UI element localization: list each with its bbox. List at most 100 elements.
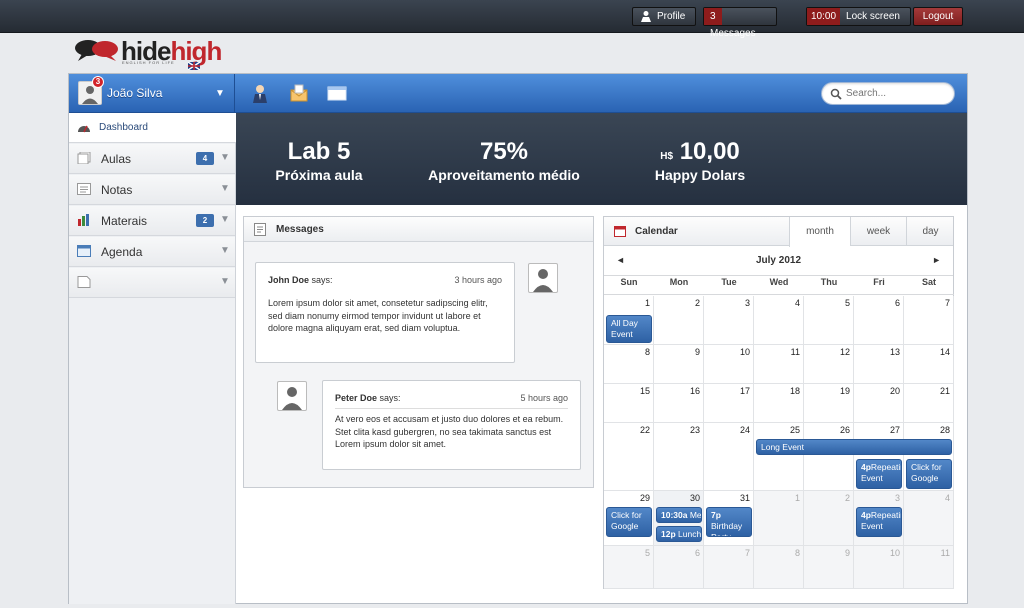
calendar-event[interactable]: 12p Lunch bbox=[656, 526, 702, 542]
chevron-down-icon[interactable]: ▼ bbox=[220, 276, 230, 287]
next-month-button[interactable]: ► bbox=[932, 255, 941, 265]
main-frame: 3 João Silva ▼ Dashboard Aulas 4 ▼ Notas… bbox=[68, 73, 968, 604]
event-title: Long Event bbox=[761, 442, 805, 452]
sidebar-item-dashboard[interactable]: Dashboard bbox=[69, 113, 243, 143]
calendar-day-cell[interactable]: 26 bbox=[804, 423, 854, 491]
day-number: 7 bbox=[944, 298, 950, 308]
user-silhouette-icon bbox=[533, 269, 553, 292]
calendar-day-cell[interactable]: 16 bbox=[654, 384, 704, 423]
chevron-down-icon[interactable]: ▼ bbox=[220, 183, 230, 194]
logo[interactable]: hidehigh ENGLISH FOR LIFE bbox=[74, 36, 222, 70]
calendar-day-cell[interactable]: 21 bbox=[904, 384, 954, 423]
sidebar-item-agenda[interactable]: Agenda ▼ bbox=[69, 237, 235, 267]
calendar-day-cell[interactable]: 10 bbox=[854, 546, 904, 589]
calendar-day-cell[interactable]: 11 bbox=[904, 546, 954, 589]
calendar-event[interactable]: 10:30a Meeting bbox=[656, 507, 702, 523]
calendar-day-cell[interactable]: 24 bbox=[704, 423, 754, 491]
day-number: 31 bbox=[739, 493, 750, 503]
calendar-day-cell[interactable]: 4 bbox=[904, 491, 954, 546]
message-item[interactable]: Peter Doe says: 5 hours ago At vero eos … bbox=[322, 380, 581, 470]
chevron-down-icon[interactable]: ▼ bbox=[220, 245, 230, 256]
search-field[interactable] bbox=[821, 82, 955, 105]
window-icon[interactable] bbox=[327, 83, 347, 103]
lock-screen-button[interactable]: 10:00 Lock screen bbox=[806, 7, 911, 26]
event-title: Click for Google bbox=[611, 510, 642, 531]
calendar-day-cell[interactable]: 15 bbox=[604, 384, 654, 423]
calendar-header: Calendar month week day bbox=[604, 217, 954, 247]
sidebar-item-notas[interactable]: Notas ▼ bbox=[69, 175, 235, 205]
calendar-day-cell[interactable]: 9 bbox=[654, 345, 704, 384]
calendar-day-cell[interactable]: 5 bbox=[604, 546, 654, 589]
day-number: 2 bbox=[844, 493, 850, 503]
calendar-event[interactable]: 7p Birthday Party bbox=[706, 507, 752, 537]
calendar-day-cell[interactable]: 8 bbox=[604, 345, 654, 384]
next-class-label: Próxima aula bbox=[275, 167, 363, 183]
average-label: Aproveitamento médio bbox=[428, 167, 580, 183]
calendar-day-cell[interactable]: 7 bbox=[704, 546, 754, 589]
calendar-day-cell[interactable]: 8 bbox=[754, 546, 804, 589]
calendar-day-cell[interactable]: 4 bbox=[754, 296, 804, 345]
event-title: Meeting bbox=[689, 510, 702, 520]
sidebar-item-blank[interactable]: ▼ bbox=[69, 268, 235, 298]
calendar-day-cell[interactable]: 12 bbox=[804, 345, 854, 384]
event-title: Click for Google bbox=[911, 462, 942, 483]
calendar-day-cell[interactable]: 22 bbox=[604, 423, 654, 491]
chevron-down-icon[interactable]: ▼ bbox=[220, 214, 230, 225]
calendar-day-cell[interactable]: 3 bbox=[704, 296, 754, 345]
calendar-event[interactable]: 4pRepeating Event bbox=[856, 459, 902, 489]
calendar-day-cell[interactable]: 2 bbox=[804, 491, 854, 546]
user-profile-icon[interactable] bbox=[250, 83, 270, 103]
day-number: 22 bbox=[639, 425, 650, 435]
calendar-day-cell[interactable]: 20 bbox=[854, 384, 904, 423]
calendar-day-cell[interactable]: 19 bbox=[804, 384, 854, 423]
calendar-day-cell[interactable]: 25 bbox=[754, 423, 804, 491]
calendar-day-cell[interactable]: 6 bbox=[654, 546, 704, 589]
calendar-day-cell[interactable]: 9 bbox=[804, 546, 854, 589]
search-input[interactable] bbox=[846, 86, 950, 101]
profile-button[interactable]: Profile bbox=[632, 7, 696, 26]
tab-week[interactable]: week bbox=[850, 217, 906, 246]
mail-icon[interactable] bbox=[289, 83, 309, 103]
calendar-day-cell[interactable]: 10 bbox=[704, 345, 754, 384]
calendar-day-cell[interactable]: 14 bbox=[904, 345, 954, 384]
calendar-day-cell[interactable]: 17 bbox=[704, 384, 754, 423]
calendar-day-cell[interactable]: 5 bbox=[804, 296, 854, 345]
calendar-day-cell[interactable]: 7 bbox=[904, 296, 954, 345]
calendar-event[interactable]: 4pRepeating Event bbox=[856, 507, 902, 537]
calendar-title: Calendar bbox=[635, 226, 678, 237]
avatar[interactable] bbox=[277, 381, 307, 411]
weekday-header: Sat bbox=[904, 277, 954, 295]
calendar-day-cell[interactable]: 6 bbox=[854, 296, 904, 345]
calendar-day-cell[interactable]: 11 bbox=[754, 345, 804, 384]
sidebar: Dashboard Aulas 4 ▼ Notas ▼ Materais 2 ▼… bbox=[69, 113, 243, 604]
calendar-day-cell[interactable]: 13 bbox=[854, 345, 904, 384]
calendar-day-cell[interactable]: 2 bbox=[654, 296, 704, 345]
user-name: João Silva bbox=[107, 86, 163, 100]
sidebar-item-materais[interactable]: Materais 2 ▼ bbox=[69, 206, 235, 236]
next-class-stat: Lab 5 Próxima aula bbox=[254, 138, 384, 183]
calendar-day-cell[interactable]: 18 bbox=[754, 384, 804, 423]
sidebar-item-aulas[interactable]: Aulas 4 ▼ bbox=[69, 144, 235, 174]
logout-button[interactable]: Logout bbox=[913, 7, 963, 26]
chevron-down-icon[interactable]: ▼ bbox=[220, 152, 230, 163]
calendar-day-cell[interactable]: 23 bbox=[654, 423, 704, 491]
avatar[interactable] bbox=[528, 263, 558, 293]
calendar-event[interactable]: Click for Google bbox=[606, 507, 652, 537]
day-number: 9 bbox=[694, 347, 700, 357]
calendar-event[interactable]: Click for Google bbox=[906, 459, 952, 489]
message-item[interactable]: John Doe says: 3 hours ago Lorem ipsum d… bbox=[255, 262, 515, 363]
calendar-panel: Calendar month week day ◄ July 2012 ► Su… bbox=[603, 216, 954, 589]
calendar-event[interactable]: Long Event bbox=[756, 439, 952, 455]
tab-month[interactable]: month bbox=[789, 217, 850, 247]
calendar-event[interactable]: All Day Event bbox=[606, 315, 652, 343]
day-number: 1 bbox=[794, 493, 800, 503]
day-number: 2 bbox=[694, 298, 700, 308]
messages-button[interactable]: 3 Messages bbox=[703, 7, 777, 39]
calendar-day-cell[interactable]: 1 bbox=[754, 491, 804, 546]
weekday-header: Thu bbox=[804, 277, 854, 295]
average-stat: 75% Aproveitamento médio bbox=[404, 138, 604, 183]
messages-label: Messages bbox=[710, 28, 756, 39]
tab-day[interactable]: day bbox=[906, 217, 954, 246]
calendar-icon bbox=[614, 226, 626, 237]
user-menu[interactable]: 3 João Silva ▼ bbox=[69, 74, 235, 113]
